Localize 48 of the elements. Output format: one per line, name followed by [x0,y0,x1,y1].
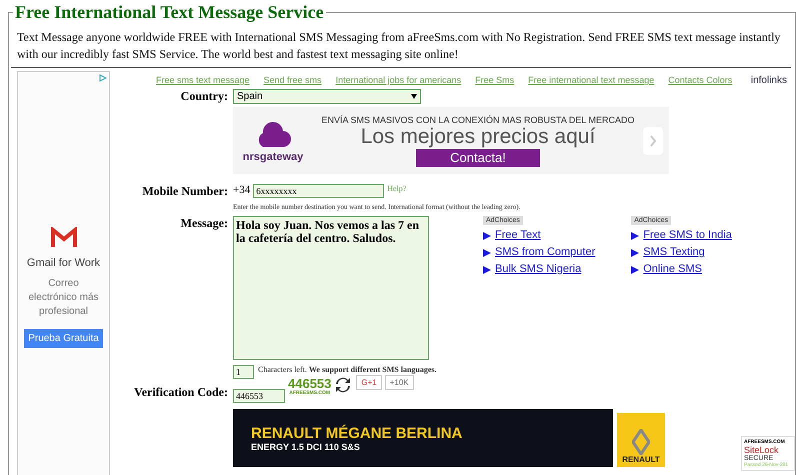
share-count: +10K [384,375,414,390]
ad-link[interactable]: SMS from Computer [483,246,596,259]
mobile-input[interactable]: 6xxxxxxxx [253,184,384,198]
country-code: +34 [233,184,250,196]
triangle-right-icon [483,266,491,274]
mobile-label: Mobile Number: [141,184,229,199]
ad-link[interactable]: Free Text [483,229,596,242]
chars-left-input[interactable]: 1 [233,365,254,379]
country-label: Country: [180,89,229,104]
chevron-right-icon[interactable] [643,126,663,154]
ad-link[interactable]: Online SMS [631,263,732,276]
triangle-right-icon [631,266,640,274]
side-ad[interactable]: Gmail for Work Correo electrónico más profesional Prueba Gratuita [17,71,110,475]
refresh-icon[interactable] [335,377,352,393]
contact-button[interactable]: Contacta! [416,148,540,166]
brand-logo: nrsgateway [242,150,304,162]
triangle-right-icon [631,248,640,256]
trial-button[interactable]: Prueba Gratuita [24,329,103,348]
ad-info-icon[interactable] [99,74,107,82]
message-label: Message: [180,216,229,231]
message-input[interactable]: Hola soy Juan. Nos vemos a las 7 en la cafetería del centro. Saludos. [233,216,429,360]
ad-tagline: Los mejores precios aquí [360,124,596,148]
banner-ad[interactable]: nrsgateway ENVÍA SMS MASIVOS CON LA CONEXIÓN MAS ROBUSTA DEL MERCADO Los mejores precios aquí Contacta! [233,107,669,174]
ad-link[interactable]: Bulk SMS Nigeria [483,263,596,276]
triangle-right-icon [483,232,491,240]
brand-logo-tile[interactable]: RENAULT [617,413,665,467]
description-text: Text Message anyone worldwide FREE with International SMS Messaging from aFreeSms.com with No Registration. Send FREE SMS text message instantly with our incredibly fast SMS Service. The world best and fastest text messaging site online! [17,29,782,63]
car-ad-banner[interactable]: RENAULT MÉGANE BERLINA ENERGY 1.5 DCI 110 S&S [233,409,613,467]
google-plus-button[interactable]: G+1 [356,375,382,390]
car-ad-headline: RENAULT MÉGANE BERLINA [251,424,464,442]
ad-title: Gmail for Work [26,257,100,269]
country-select[interactable]: Spain [233,89,421,104]
car-ad-subline: ENERGY 1.5 DCI 110 S&S [251,442,361,452]
dropdown-icon [411,94,417,99]
diamond-logo-icon [632,429,650,455]
mail-icon [50,227,76,249]
verification-label: Verification Code: [133,385,229,400]
ad-headline: ENVÍA SMS MASIVOS CON LA CONEXIÓN MAS ROBUSTA DEL MERCADO [321,114,635,124]
ad-link[interactable]: Free SMS to India [631,229,732,242]
triangle-right-icon [631,232,640,240]
ad-text: Correo electrónico más profesional [27,277,100,319]
infolinks-logo: infolinks [750,74,787,86]
page-title: Free International Text Message Service [14,3,325,23]
ad-link[interactable]: SMS Texting [631,246,732,259]
verification-input[interactable]: 446553 [233,389,285,403]
triangle-right-icon [483,248,491,256]
chars-left-text: Characters left. We support different SMS languages. [258,365,437,374]
brand-name: RENAULT [622,455,660,464]
